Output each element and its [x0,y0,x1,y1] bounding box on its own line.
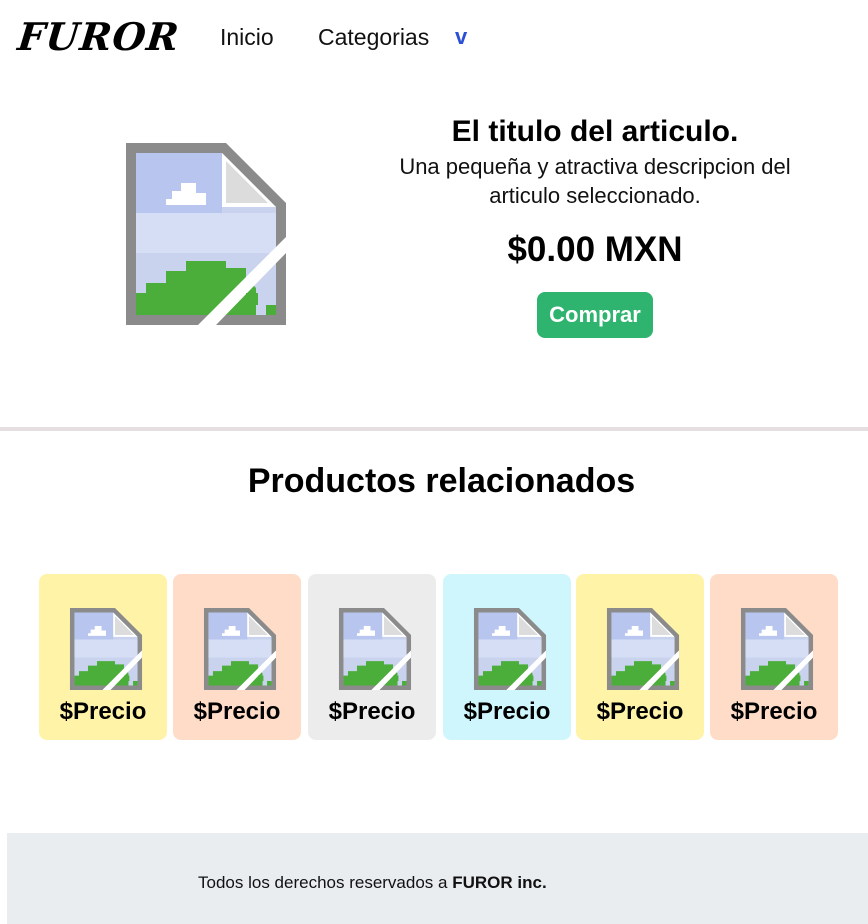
chevron-down-icon[interactable]: v [455,24,467,50]
related-product-card[interactable]: $Precio [39,574,167,740]
footer-text: Todos los derechos reservados a [198,873,448,892]
footer: Todos los derechos reservados a FUROR in… [7,833,868,924]
product-title: El titulo del articulo. [451,115,739,148]
product-image [126,143,286,325]
brand-logo[interactable]: FUROR [16,14,182,59]
related-product-price: $Precio [328,698,416,725]
product-info: El titulo del articulo. Una pequeña y at… [380,112,810,338]
related-product-price: $Precio [193,698,281,725]
related-product-price: $Precio [596,698,684,725]
broken-image-icon [69,608,143,690]
related-product-price: $Precio [730,698,818,725]
broken-image-icon [606,608,680,690]
broken-image-icon [338,608,412,690]
product-description: Una pequeña y atractiva descripcion del … [399,154,791,208]
product-price: $0.00 MXN [507,230,683,269]
related-product-card[interactable]: $Precio [308,574,436,740]
footer-brand: FUROR inc. [452,873,547,892]
broken-image-icon [740,608,814,690]
top-nav: FUROR Inicio Categorias v [0,0,868,76]
broken-image-icon [126,143,286,325]
nav-link-inicio[interactable]: Inicio [220,24,274,51]
related-products-title: Productos relacionados [247,462,636,500]
related-product-card[interactable]: $Precio [173,574,301,740]
related-product-card[interactable]: $Precio [443,574,571,740]
related-product-card[interactable]: $Precio [710,574,838,740]
related-product-price: $Precio [463,698,551,725]
section-divider [0,427,868,431]
related-product-price: $Precio [59,698,147,725]
footer-copyright: Todos los derechos reservados a FUROR in… [198,873,547,893]
broken-image-icon [473,608,547,690]
buy-button[interactable]: Comprar [537,292,653,338]
broken-image-icon [203,608,277,690]
related-product-card[interactable]: $Precio [576,574,704,740]
nav-link-categorias[interactable]: Categorias [318,24,429,51]
